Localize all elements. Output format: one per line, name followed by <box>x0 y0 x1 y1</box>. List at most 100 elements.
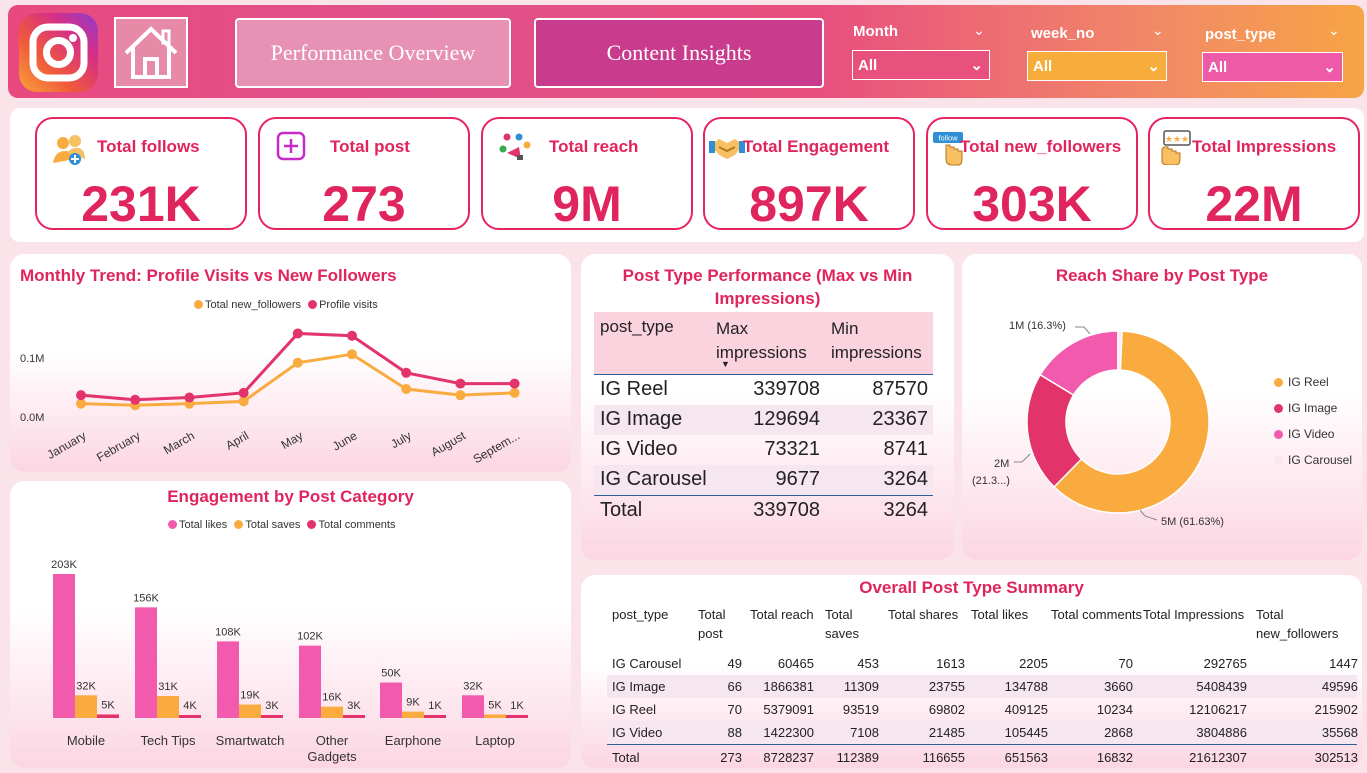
table-total-row: Total 339708 3264 <box>594 495 933 525</box>
chevron-down-icon[interactable]: ⌄ <box>1152 22 1164 39</box>
filter-post-type-label: post_type <box>1205 26 1276 43</box>
kpi-card-total-post: Total post 273 <box>258 117 470 232</box>
leader-line <box>1014 453 1031 463</box>
data-point <box>76 390 86 401</box>
slice-label: 1M (16.3%) <box>1009 320 1066 332</box>
kpi-title: Total follows <box>97 137 200 156</box>
kpi-title: Total Impressions <box>1192 137 1337 156</box>
data-point <box>184 392 195 403</box>
table-cell: 70 <box>1118 656 1133 671</box>
table-cell: 292765 <box>1203 656 1247 671</box>
filter-month-label: Month <box>853 23 898 40</box>
slice-label: 5M (61.63%) <box>1161 516 1224 528</box>
column-header[interactable]: Total reach <box>750 605 824 624</box>
column-header[interactable]: Total shares <box>888 605 975 624</box>
table-cell: Total <box>612 750 640 765</box>
data-label: 32K <box>76 680 96 692</box>
data-label: 50K <box>381 668 401 680</box>
column-header[interactable]: Total Impressions <box>1143 605 1257 624</box>
bar <box>135 607 157 718</box>
table-row: IG Reel 70 5379091 93519 69802 409125 10234 121… <box>607 698 1358 721</box>
column-header[interactable]: Max impressions <box>716 317 816 365</box>
column-header[interactable]: Total saves <box>825 605 889 643</box>
table-cell: 69802 <box>928 702 965 717</box>
table-cell: 93519 <box>842 702 879 717</box>
kpi-card-total-follows: Total follows 231K <box>35 117 247 232</box>
chevron-down-icon: ⌄ <box>970 57 983 74</box>
bar <box>239 704 261 718</box>
column-header[interactable]: Total new_followers <box>1256 605 1367 643</box>
kpi-value: 231K <box>81 176 201 232</box>
table-cell: 21612307 <box>1189 750 1247 765</box>
x-tick-label: July <box>388 428 413 451</box>
filter-post-type-select[interactable]: All ⌄ <box>1202 52 1343 82</box>
column-header[interactable]: Total likes <box>971 605 1058 624</box>
table-cell: 7108 <box>850 725 879 740</box>
table-cell: 11309 <box>843 679 879 694</box>
table-cell: 215902 <box>1314 702 1358 717</box>
data-label: 102K <box>297 631 323 643</box>
bar <box>484 714 506 718</box>
bar <box>380 682 402 718</box>
table-cell: IG Carousel <box>612 656 682 671</box>
x-tick-label: Earphone <box>385 733 441 748</box>
table-cell: 49596 <box>1321 679 1358 694</box>
post-type-performance-table: IG Reel 339708 87570 IG Image 129694 23367 IG … <box>594 375 933 525</box>
engagement-panel: Engagement by Post Category Total likes … <box>10 481 571 768</box>
column-header[interactable]: Total post <box>698 605 752 643</box>
table-cell: 3264 <box>883 499 929 521</box>
column-header[interactable]: post_type <box>600 317 674 337</box>
column-header[interactable]: post_type <box>612 605 698 624</box>
chevron-down-icon: ⌄ <box>1147 58 1160 75</box>
table-cell: 1866381 <box>763 679 814 694</box>
column-header[interactable]: Min impressions <box>831 317 931 365</box>
data-point <box>509 387 520 398</box>
bar <box>97 714 119 718</box>
legend-item: IG Carousel <box>1274 453 1352 479</box>
table-cell: 60465 <box>777 656 814 671</box>
chevron-down-icon: ⌄ <box>1323 59 1336 76</box>
monthly-trend-panel: Monthly Trend: Profile Visits vs New Fol… <box>10 254 571 472</box>
engagement-chart: 203K 32K 5K Mobile 156K 31K 4K Tech Tips 108K 19K… <box>51 559 528 764</box>
data-label: 5K <box>101 699 115 711</box>
table-cell: 1447 <box>1329 656 1358 671</box>
table-cell: 409125 <box>1004 702 1048 717</box>
filter-week-select[interactable]: All ⌄ <box>1027 51 1167 81</box>
table-cell: 2868 <box>1104 725 1133 740</box>
table-cell: 1422300 <box>763 725 814 740</box>
column-header[interactable]: Total comments <box>1051 605 1143 624</box>
sort-down-icon[interactable]: ▼ <box>721 359 730 369</box>
table-row: IG Carousel 49 60465 453 1613 2205 70 292765 144… <box>607 652 1358 675</box>
data-label: 16K <box>322 692 342 704</box>
data-point <box>401 367 412 378</box>
filter-month-select[interactable]: All ⌄ <box>852 50 990 80</box>
svg-text:★★★: ★★★ <box>1165 135 1189 145</box>
nav-content-insights-button[interactable]: Content Insights <box>534 18 824 88</box>
table-cell: 302513 <box>1314 750 1358 765</box>
data-label: 32K <box>463 680 483 692</box>
kpi-card-total-impressions: ★★★ Total Impressions 22M <box>1148 117 1360 232</box>
plus-square-icon <box>276 131 306 161</box>
legend-label: IG Video <box>1288 427 1335 441</box>
y-tick-label: 0.1M <box>20 353 44 365</box>
kpi-title: Total reach <box>549 137 639 156</box>
table-cell: 651563 <box>1004 750 1048 765</box>
filter-week-value: All <box>1033 57 1053 75</box>
table-cell: 3660 <box>1104 679 1133 694</box>
svg-text:follow: follow <box>938 134 958 143</box>
data-label: 31K <box>158 681 178 693</box>
table-cell: 105445 <box>1004 725 1048 740</box>
home-button[interactable] <box>114 17 188 88</box>
table-cell: 2205 <box>1019 656 1048 671</box>
nav-performance-overview-button[interactable]: Performance Overview <box>235 18 511 88</box>
data-label: 1K <box>428 700 442 712</box>
table-cell: 88 <box>727 725 742 740</box>
chevron-down-icon[interactable]: ⌄ <box>1328 22 1340 39</box>
chevron-down-icon[interactable]: ⌄ <box>973 22 985 39</box>
legend-item: IG Image <box>1274 401 1352 427</box>
data-label: 19K <box>240 690 260 702</box>
bar <box>343 715 365 718</box>
handshake-icon <box>709 139 745 159</box>
y-tick-label: 0.0M <box>20 412 44 424</box>
data-point <box>347 349 357 360</box>
